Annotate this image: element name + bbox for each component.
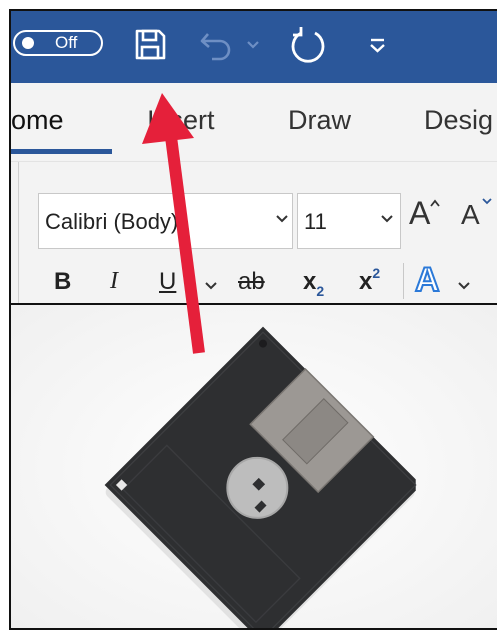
screenshot-frame: Off ome Draw Desig Calibri (Body) 11 A A… bbox=[9, 9, 497, 630]
red-arrow-annotation bbox=[142, 93, 205, 354]
